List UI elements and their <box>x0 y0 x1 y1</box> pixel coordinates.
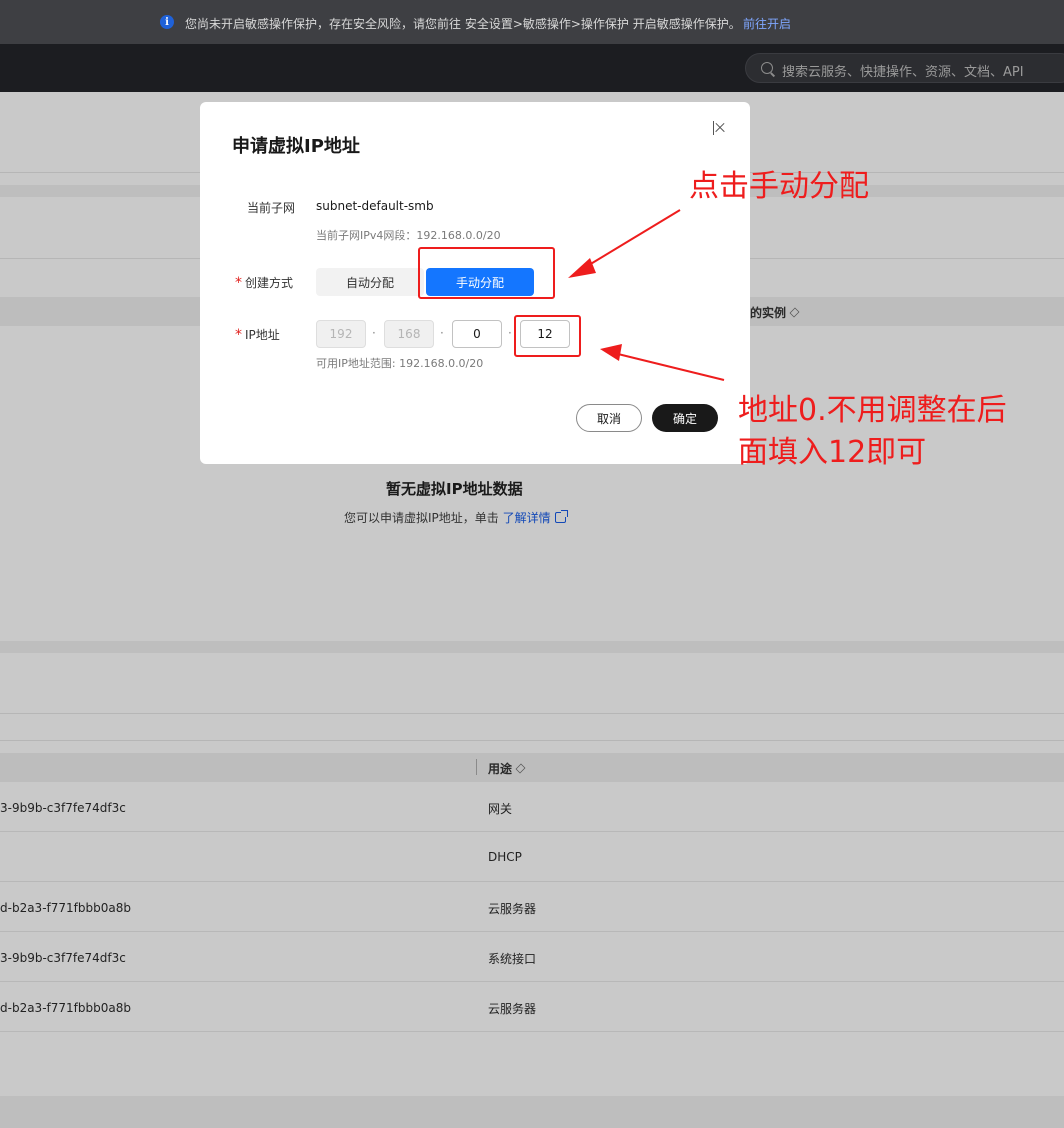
row-usage: 云服务器 <box>488 902 537 916</box>
divider <box>0 713 1064 714</box>
row-id: d-b2a3-f771fbbb0a8b <box>0 1001 131 1015</box>
usage-column-header[interactable]: 用途 <box>488 760 526 777</box>
annotation-note-2-line-1: 地址0.不用调整在后 <box>738 393 1007 428</box>
confirm-button[interactable]: 确定 <box>652 404 718 432</box>
ip-separator: · <box>440 326 444 340</box>
ip-octet-2-input: 168 <box>384 320 434 348</box>
row-usage: 云服务器 <box>488 1002 537 1016</box>
column-divider <box>476 759 477 775</box>
ip-range-hint: 可用IP地址范围: 192.168.0.0/20 <box>316 357 484 370</box>
upper-table-header-cell[interactable]: 的实例 <box>750 304 800 321</box>
lower-table-header: 用途 <box>0 753 1064 782</box>
global-search-input[interactable]: 搜索云服务、快捷操作、资源、文档、API <box>745 53 1064 83</box>
row-id: d-b2a3-f771fbbb0a8b <box>0 901 131 915</box>
annotation-box-manual <box>418 247 555 299</box>
subnet-cidr-hint: 当前子网IPv4网段：192.168.0.0/20 <box>316 229 501 242</box>
table-row: DHCP <box>0 832 1064 882</box>
sort-icon[interactable] <box>789 307 800 318</box>
table-row: 3-9b9b-c3f7fe74df3c 系统接口 <box>0 932 1064 982</box>
page-footer-area <box>0 1096 1064 1128</box>
banner-enable-link[interactable]: 前往开启 <box>743 15 791 32</box>
search-placeholder: 搜索云服务、快捷操作、资源、文档、API <box>782 65 1024 80</box>
row-usage: 系统接口 <box>488 952 537 966</box>
ip-octet-1-input: 192 <box>316 320 366 348</box>
annotation-box-octet <box>514 315 581 357</box>
auto-assign-option[interactable]: 自动分配 <box>316 268 424 296</box>
empty-state-title: 暂无虚拟IP地址数据 <box>386 480 523 498</box>
ip-octet-3-input[interactable]: 0 <box>452 320 502 348</box>
search-icon <box>761 62 773 74</box>
table-row: d-b2a3-f771fbbb0a8b 云服务器 <box>0 882 1064 932</box>
method-label: * 创建方式 <box>235 275 294 291</box>
security-warning-banner: i 您尚未开启敏感操作保护，存在安全风险，请您前往 安全设置>敏感操作>操作保护… <box>0 0 1064 44</box>
empty-state-description: 您可以申请虚拟IP地址，单击 了解详情 <box>344 509 568 526</box>
cancel-button[interactable]: 取消 <box>576 404 642 432</box>
top-navbar: 搜索云服务、快捷操作、资源、文档、API <box>0 44 1064 92</box>
required-mark: * <box>235 275 242 291</box>
table-row: 3-9b9b-c3f7fe74df3c 网关 <box>0 782 1064 832</box>
required-mark: * <box>235 327 242 343</box>
learn-more-link[interactable]: 了解详情 <box>503 511 551 525</box>
annotation-note-1: 点击手动分配 <box>689 169 869 204</box>
ip-label: * IP地址 <box>235 327 280 343</box>
info-icon: i <box>160 15 174 29</box>
sort-icon[interactable] <box>515 763 526 774</box>
section-gap <box>0 641 1064 653</box>
row-usage: 网关 <box>488 802 513 816</box>
empty-desc-text: 您可以申请虚拟IP地址，单击 <box>344 511 499 525</box>
annotation-note-2-line-2: 面填入12即可 <box>738 435 927 470</box>
close-icon[interactable] <box>712 120 728 136</box>
banner-message: 您尚未开启敏感操作保护，存在安全风险，请您前往 安全设置>敏感操作>操作保护 开… <box>185 17 741 31</box>
subnet-value: subnet-default-smb <box>316 199 434 213</box>
dialog-title: 申请虚拟IP地址 <box>232 136 360 157</box>
subnet-label: 当前子网 <box>247 201 296 215</box>
row-id: 3-9b9b-c3f7fe74df3c <box>0 951 126 965</box>
external-link-icon <box>554 510 568 523</box>
row-id: 3-9b9b-c3f7fe74df3c <box>0 801 126 815</box>
table-row: d-b2a3-f771fbbb0a8b 云服务器 <box>0 982 1064 1032</box>
ip-separator: · <box>508 326 512 340</box>
ip-separator: · <box>372 326 376 340</box>
divider <box>0 740 1064 741</box>
row-usage: DHCP <box>488 850 522 864</box>
